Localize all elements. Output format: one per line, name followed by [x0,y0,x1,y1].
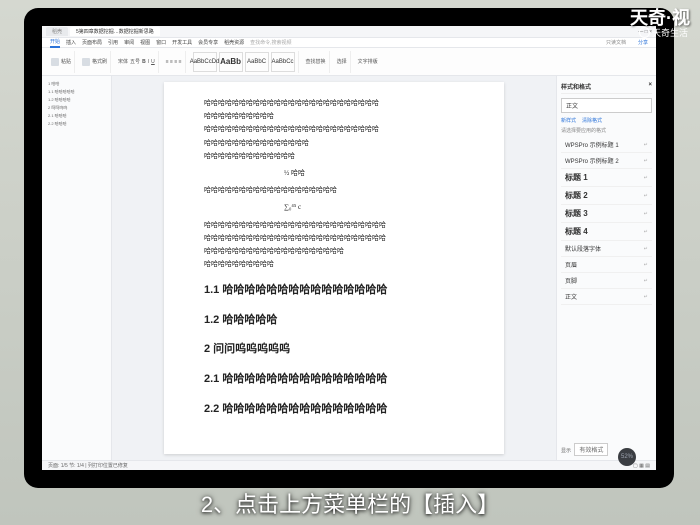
paragraph: 哈哈哈哈哈哈哈哈哈哈哈哈哈哈哈哈哈哈哈 [204,185,464,196]
paragraph: 哈哈哈哈哈哈哈哈哈哈 [204,111,464,122]
status-left: 页面: 1/5 节: 1/4 | 列打印位置已修复 [48,462,128,469]
font-size[interactable]: 五号 [130,58,140,65]
outline-item[interactable]: 1 哈哈 [46,80,107,88]
screen: 稻壳 5第四章数据挖掘…数据挖掘新思路 — □ × 开始 插入 页面布局 引用 … [42,26,656,470]
tab-resources[interactable]: 稻壳资源 [224,39,244,46]
share-button[interactable]: 分享 [638,39,648,46]
page: 哈哈哈哈哈哈哈哈哈哈哈哈哈哈哈哈哈哈哈哈哈哈哈哈哈 哈哈哈哈哈哈哈哈哈哈 哈哈哈… [164,82,504,454]
status-bar: 页面: 1/5 节: 1/4 | 列打印位置已修复 ▢ ▦ ▤ [42,460,656,470]
style-normal[interactable]: AaBbCcDd [193,52,217,72]
outline-item[interactable]: 2.1 哈哈哈 [46,112,107,120]
outline-pane[interactable]: 1 哈哈 1.1 哈哈哈哈哈 1.2 哈哈哈哈 2 呵呵呜呜 2.1 哈哈哈 2… [42,76,112,460]
workspace: 1 哈哈 1.1 哈哈哈哈哈 1.2 哈哈哈哈 2 呵呵呜呜 2.1 哈哈哈 2… [42,76,656,460]
tab-developer[interactable]: 开发工具 [172,39,192,46]
outline-item[interactable]: 1.1 哈哈哈哈哈 [46,88,107,96]
close-icon[interactable]: × [648,82,652,91]
tab-start[interactable]: 开始 [50,38,60,48]
format-painter-icon[interactable] [82,58,90,66]
window-titlebar: 稻壳 5第四章数据挖掘…数据挖掘新思路 — □ × [42,26,656,38]
show-label: 显示 [561,448,571,454]
paste-label: 粘贴 [61,58,71,65]
tab-references[interactable]: 引用 [108,39,118,46]
tab-window[interactable]: 窗口 [156,39,166,46]
style-item[interactable]: WPSPro 示例标题 2↵ [561,153,652,169]
clear-format-link[interactable]: 清除格式 [582,117,602,124]
text-tools[interactable]: 文字排版 [358,58,378,65]
search-commands[interactable]: 查找命令,搜索视频 [250,39,291,46]
find-replace[interactable]: 查找替换 [306,58,326,65]
ribbon-tabs: 开始 插入 页面布局 引用 审阅 视图 窗口 开发工具 会员专享 稻壳资源 查找… [42,38,656,48]
video-caption: 2、点击上方菜单栏的【插入】 [0,487,700,519]
paste-icon[interactable] [51,58,59,66]
style-item[interactable]: 标题 4↵ [561,223,652,241]
readonly-badge: 只读文档 [606,39,626,46]
tab-page-layout[interactable]: 页面布局 [82,39,102,46]
document-area[interactable]: 哈哈哈哈哈哈哈哈哈哈哈哈哈哈哈哈哈哈哈哈哈哈哈哈哈 哈哈哈哈哈哈哈哈哈哈 哈哈哈… [112,76,556,460]
style-list: WPSPro 示例标题 1↵WPSPro 示例标题 2↵标题 1↵标题 2↵标题… [561,137,652,305]
outline-item[interactable]: 2.2 哈哈哈 [46,120,107,128]
tab-review[interactable]: 审阅 [124,39,134,46]
paragraph: 哈哈哈哈哈哈哈哈哈哈哈哈哈 [204,151,464,162]
heading-2-2: 2.2 哈哈哈哈哈哈哈哈哈哈哈哈哈哈哈 [204,401,464,419]
heading-2-1: 2.1 哈哈哈哈哈哈哈哈哈哈哈哈哈哈哈 [204,371,464,389]
styles-hint: 请选择要应用的格式 [561,127,652,134]
style-gallery[interactable]: AaBbCcDd AaBb AaBbC AaBbCc [190,51,299,73]
new-style-link[interactable]: 新样式 [561,117,576,124]
tab-member[interactable]: 会员专享 [198,39,218,46]
style-item[interactable]: 正文↵ [561,289,652,305]
heading-2: 2 问问呜呜呜呜呜 [204,341,464,359]
styles-pane-title: 样式和格式 [561,82,591,91]
style-heading2[interactable]: AaBbC [245,52,269,72]
paragraph: 哈哈哈哈哈哈哈哈哈哈哈哈哈哈哈哈哈哈哈哈哈哈哈哈哈哈 [204,220,464,231]
style-item[interactable]: WPSPro 示例标题 1↵ [561,137,652,153]
heading-1-1: 1.1 哈哈哈哈哈哈哈哈哈哈哈哈哈哈哈 [204,282,464,300]
style-item[interactable]: 标题 3↵ [561,205,652,223]
view-icons[interactable]: ▢ ▦ ▤ [633,463,650,469]
select-tool[interactable]: 选择 [337,58,347,65]
styles-pane: 样式和格式 × 正文 新样式 清除格式 请选择要应用的格式 WPSPro 示例标… [556,76,656,460]
tab-insert[interactable]: 插入 [66,39,76,46]
show-filter[interactable]: 有效格式 [574,443,608,456]
style-heading3[interactable]: AaBbCc [271,52,295,72]
monitor-frame: 稻壳 5第四章数据挖掘…数据挖掘新思路 — □ × 开始 插入 页面布局 引用 … [24,8,674,488]
zoom-badge[interactable]: 52% [618,448,636,466]
style-item[interactable]: 默认段落字体↵ [561,241,652,257]
style-heading1[interactable]: AaBb [219,52,243,72]
paragraph: 哈哈哈哈哈哈哈哈哈哈哈哈哈哈哈哈哈哈哈哈哈哈哈哈哈哈 [204,233,464,244]
format-painter-label: 格式刷 [92,58,107,65]
paragraph: 哈哈哈哈哈哈哈哈哈哈哈哈哈哈哈哈哈哈哈哈 [204,246,464,257]
style-item[interactable]: 页眉↵ [561,257,652,273]
ribbon-toolbar: 粘贴 格式刷 宋体 五号 BIU ≡ ≡ ≡ ≡ AaBbCcDd AaBb A… [42,48,656,76]
paragraph: 哈哈哈哈哈哈哈哈哈哈哈哈哈哈哈哈哈哈哈哈哈哈哈哈哈 [204,98,464,109]
paragraph: 哈哈哈哈哈哈哈哈哈哈 [204,259,464,270]
outline-item[interactable]: 2 呵呵呜呜 [46,104,107,112]
tab-home[interactable]: 稻壳 [46,27,68,36]
paragraph: 哈哈哈哈哈哈哈哈哈哈哈哈哈哈哈 [204,138,464,149]
current-style[interactable]: 正文 [561,98,652,113]
tab-document[interactable]: 5第四章数据挖掘…数据挖掘新思路 [70,27,160,36]
style-item[interactable]: 标题 2↵ [561,187,652,205]
paragraph: 哈哈哈哈哈哈哈哈哈哈哈哈哈哈哈哈哈哈哈哈哈哈哈哈哈 [204,124,464,135]
style-item[interactable]: 页脚↵ [561,273,652,289]
watermark-sub: 天奇生活 [639,26,688,39]
equation: ½ 哈哈 [284,168,464,179]
outline-item[interactable]: 1.2 哈哈哈哈 [46,96,107,104]
font-name[interactable]: 宋体 [118,58,128,65]
equation: ∑₀⁴⁵ c [284,202,464,213]
heading-1-2: 1.2 哈哈哈哈哈 [204,312,464,330]
tab-view[interactable]: 视图 [140,39,150,46]
style-item[interactable]: 标题 1↵ [561,169,652,187]
